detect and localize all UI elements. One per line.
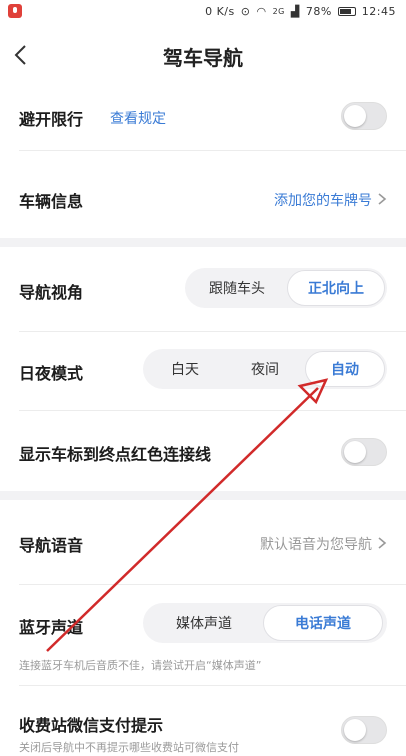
add-plate-link[interactable]: 添加您的车牌号 xyxy=(274,190,372,210)
nav-view-follow-option[interactable]: 跟随车头 xyxy=(187,270,287,306)
phone-channel-option[interactable]: 电话声道 xyxy=(263,605,383,641)
nav-view-segment: 跟随车头 正北向上 xyxy=(185,268,387,308)
chevron-right-icon xyxy=(378,193,387,205)
notification-app-icon xyxy=(8,4,22,18)
avoid-restriction-row: 避开限行 查看规定 xyxy=(0,86,406,146)
avoid-restriction-label: 避开限行 xyxy=(19,110,84,129)
day-night-row: 日夜模式 白天 夜间 自动 xyxy=(0,332,406,410)
battery-percent: 78% xyxy=(305,5,332,18)
media-channel-option[interactable]: 媒体声道 xyxy=(145,605,263,641)
view-rules-link[interactable]: 查看规定 xyxy=(110,108,166,128)
status-bar: 0 K/s ⊙ ◠ 2G ▟ 78% 12:45 xyxy=(0,0,406,24)
signal-label: 2G xyxy=(272,7,285,16)
red-line-label: 显示车标到终点红色连接线 xyxy=(19,445,212,464)
nav-view-row: 导航视角 跟随车头 正北向上 xyxy=(0,247,406,331)
nav-voice-row[interactable]: 导航语音 默认语音为您导航 xyxy=(0,500,406,584)
nav-bar: 驾车导航 xyxy=(0,24,406,86)
vehicle-info-row[interactable]: 车辆信息 添加您的车牌号 xyxy=(0,152,406,238)
night-option[interactable]: 夜间 xyxy=(225,351,305,387)
location-icon: ⊙ xyxy=(240,5,251,18)
toll-wechat-hint: 关闭后导航中不再提示哪些收费站可微信支付 xyxy=(19,741,239,754)
toll-wechat-label: 收费站微信支付提示 xyxy=(19,716,164,735)
nav-voice-value: 默认语音为您导航 xyxy=(260,537,372,553)
signal-icon: ▟ xyxy=(290,5,300,18)
net-speed: 0 K/s xyxy=(205,5,235,18)
bluetooth-label: 蓝牙声道 xyxy=(19,618,84,637)
section-gap xyxy=(0,238,406,247)
auto-option[interactable]: 自动 xyxy=(305,351,385,387)
nav-view-north-option[interactable]: 正北向上 xyxy=(287,270,385,306)
chevron-right-icon xyxy=(378,537,387,549)
red-line-toggle[interactable] xyxy=(341,438,387,466)
toll-wechat-row: 收费站微信支付提示 关闭后导航中不再提示哪些收费站可微信支付 xyxy=(0,686,406,756)
bluetooth-hint: 连接蓝牙车机后音质不佳，请尝试开启“媒体声道” xyxy=(19,659,262,672)
avoid-restriction-toggle[interactable] xyxy=(341,102,387,130)
status-indicators: 0 K/s ⊙ ◠ 2G ▟ 78% 12:45 xyxy=(205,5,396,18)
bluetooth-row: 蓝牙声道 媒体声道 电话声道 连接蓝牙车机后音质不佳，请尝试开启“媒体声道” xyxy=(0,585,406,675)
vehicle-info-label: 车辆信息 xyxy=(19,192,84,211)
nav-view-label: 导航视角 xyxy=(19,283,84,302)
divider xyxy=(19,150,406,151)
battery-icon xyxy=(337,7,356,16)
bluetooth-segment: 媒体声道 电话声道 xyxy=(143,603,387,643)
page-title: 驾车导航 xyxy=(163,46,243,70)
red-line-row: 显示车标到终点红色连接线 xyxy=(0,411,406,491)
day-night-segment: 白天 夜间 自动 xyxy=(143,349,387,389)
section-gap xyxy=(0,491,406,500)
day-option[interactable]: 白天 xyxy=(145,351,225,387)
wifi-icon: ◠ xyxy=(256,5,267,18)
toll-wechat-toggle[interactable] xyxy=(341,716,387,744)
day-night-label: 日夜模式 xyxy=(19,364,84,383)
clock: 12:45 xyxy=(361,5,396,18)
nav-voice-label: 导航语音 xyxy=(19,536,84,555)
